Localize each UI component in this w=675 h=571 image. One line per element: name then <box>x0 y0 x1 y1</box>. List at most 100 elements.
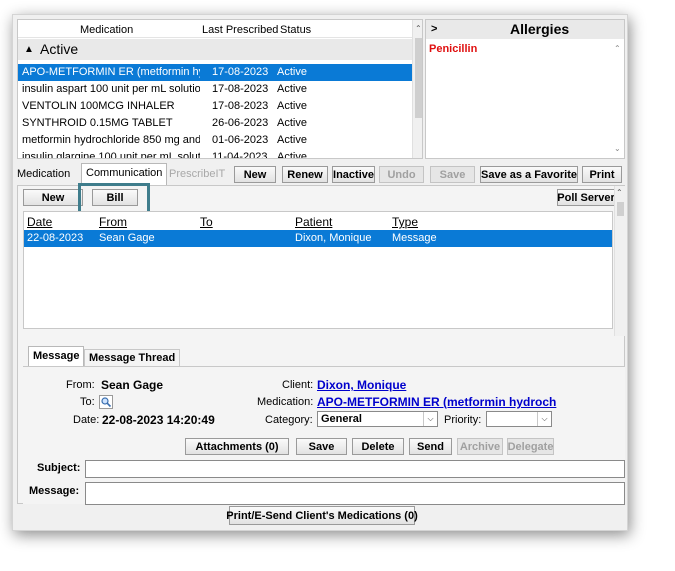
message-save-button[interactable]: Save <box>296 438 347 455</box>
cell-type: Message <box>392 232 437 244</box>
medication-row[interactable]: APO-METFORMIN ER (metformin hyd 17-08-202… <box>18 64 412 81</box>
message-list: Date From To Patient Type 22-08-2023 Sea… <box>23 211 613 329</box>
col-type[interactable]: Type <box>392 215 418 229</box>
col-status[interactable]: Status <box>280 24 311 36</box>
magnifier-icon <box>101 397 112 408</box>
bill-highlight-box <box>78 183 150 214</box>
scroll-up-icon[interactable]: ⌃ <box>614 44 621 53</box>
active-group-header[interactable]: ▲ Active <box>18 39 412 60</box>
cell-last-prescribed: 11-04-2023 <box>212 151 268 159</box>
cell-last-prescribed: 17-08-2023 <box>212 83 269 95</box>
priority-label: Priority: <box>444 414 482 426</box>
cell-medication: SYNTHROID 0.15MG TABLET <box>22 117 173 129</box>
renew-button[interactable]: Renew <box>282 166 328 183</box>
from-value: Sean Gage <box>101 378 164 392</box>
message-detail-panel: From: Sean Gage To: Date: 22-08-2023 14:… <box>23 366 625 505</box>
priority-select[interactable]: ⌵ <box>486 411 552 427</box>
medication-list-scrollbar[interactable]: ⌃ <box>412 20 422 158</box>
medication-row[interactable]: insulin glargine 100 unit per mL solut 11… <box>18 149 412 159</box>
allergy-item: Penicillin <box>429 43 478 55</box>
col-last-prescribed[interactable]: Last Prescribed <box>202 24 278 36</box>
new-medication-button[interactable]: New <box>234 166 276 183</box>
attachments-button[interactable]: Attachments (0) <box>185 438 289 455</box>
client-label: Client: <box>282 379 314 391</box>
allergies-panel: > Allergies Penicillin ⌃ ⌄ <box>425 19 625 159</box>
allergies-toggle[interactable]: > <box>431 23 437 35</box>
app-window: Medication Last Prescribed Status ▲ Acti… <box>12 14 628 531</box>
tab-message[interactable]: Message <box>28 346 85 366</box>
tab-medication[interactable]: Medication <box>15 166 72 184</box>
cell-last-prescribed: 17-08-2023 <box>212 66 269 78</box>
collapse-triangle-icon[interactable]: ▲ <box>24 39 34 60</box>
communication-panel: New Bill Poll Server ⌃ Date From To Pati… <box>17 183 625 505</box>
subject-label: Subject: <box>37 462 81 474</box>
medication-list-panel: Medication Last Prescribed Status ▲ Acti… <box>17 19 423 159</box>
cell-medication: insulin aspart 100 unit per mL solutio <box>22 83 200 95</box>
print-esend-medications-button[interactable]: Print/E-Send Client's Medications (0) <box>226 506 418 525</box>
cell-date: 22-08-2023 <box>27 232 84 244</box>
allergies-scrollbar[interactable]: ⌃ ⌄ <box>612 40 624 158</box>
cell-status: Active <box>277 66 307 78</box>
cell-status: Active <box>277 117 307 129</box>
table-row[interactable]: 22-08-2023 Sean Gage Dixon, Monique Mess… <box>24 230 612 247</box>
poll-server-button[interactable]: Poll Server <box>557 189 615 206</box>
panel-scrollbar[interactable]: ⌃ <box>614 186 625 336</box>
to-label: To: <box>80 396 95 408</box>
medication-row[interactable]: insulin aspart 100 unit per mL solutio 17… <box>18 81 412 98</box>
col-from[interactable]: From <box>99 215 127 229</box>
cell-medication: insulin glargine 100 unit per mL solut <box>22 151 200 159</box>
archive-button[interactable]: Archive <box>457 438 503 455</box>
scroll-up-icon[interactable]: ⌃ <box>415 24 422 33</box>
category-label: Category: <box>265 414 313 426</box>
scroll-thumb[interactable] <box>617 202 624 216</box>
save-as-favorite-button[interactable]: Save as a Favorite <box>480 166 578 183</box>
date-label: Date: <box>73 414 100 426</box>
message-label: Message: <box>29 485 80 497</box>
allergies-header: > Allergies <box>426 20 624 39</box>
inactive-button[interactable]: Inactive <box>332 166 375 183</box>
to-lookup-button[interactable] <box>99 395 113 409</box>
tab-communication[interactable]: Communication <box>81 163 168 185</box>
undo-button[interactable]: Undo <box>379 166 424 183</box>
new-message-button[interactable]: New <box>23 189 83 206</box>
medication-list-header: Medication Last Prescribed Status <box>18 20 412 38</box>
from-label: From: <box>66 379 95 391</box>
cell-last-prescribed: 01-06-2023 <box>212 134 269 146</box>
save-button[interactable]: Save <box>430 166 475 183</box>
col-patient[interactable]: Patient <box>295 215 332 229</box>
allergies-title: Allergies <box>510 21 570 37</box>
medication-row[interactable]: VENTOLIN 100MCG INHALER 17-08-2023 Active <box>18 98 412 115</box>
cell-patient: Dixon, Monique <box>295 232 372 244</box>
message-body-input[interactable] <box>85 482 625 505</box>
category-value: General <box>321 413 362 425</box>
col-date[interactable]: Date <box>27 215 52 229</box>
group-label: Active <box>40 41 79 57</box>
col-to[interactable]: To <box>200 215 213 229</box>
cell-last-prescribed: 26-06-2023 <box>212 117 269 129</box>
cell-status: Active <box>277 83 307 95</box>
cell-medication: APO-METFORMIN ER (metformin hyd <box>22 66 200 78</box>
cell-status: Active <box>277 151 307 159</box>
tab-message-thread[interactable]: Message Thread <box>84 349 181 366</box>
chevron-down-icon[interactable]: ⌵ <box>537 412 551 426</box>
chevron-down-icon[interactable]: ⌵ <box>423 412 437 426</box>
subject-input[interactable] <box>85 460 625 478</box>
category-select[interactable]: General ⌵ <box>317 411 438 427</box>
medication-row[interactable]: SYNTHROID 0.15MG TABLET 26-06-2023 Active <box>18 115 412 132</box>
col-medication[interactable]: Medication <box>80 24 133 36</box>
tab-prescribeit[interactable]: PrescribeIT <box>165 166 229 184</box>
delete-button[interactable]: Delete <box>352 438 404 455</box>
date-value: 22-08-2023 14:20:49 <box>102 413 215 427</box>
medication-link[interactable]: APO-METFORMIN ER (metformin hydroch <box>317 395 556 409</box>
client-link[interactable]: Dixon, Monique <box>317 378 406 392</box>
cell-last-prescribed: 17-08-2023 <box>212 100 269 112</box>
scroll-down-icon[interactable]: ⌄ <box>614 144 621 153</box>
medication-row[interactable]: metformin hydrochloride 850 mg and 01-06-… <box>18 132 412 149</box>
medication-label: Medication: <box>257 396 314 408</box>
scroll-thumb[interactable] <box>415 38 422 118</box>
cell-from: Sean Gage <box>99 232 155 244</box>
send-button[interactable]: Send <box>409 438 452 455</box>
print-button[interactable]: Print <box>582 166 622 183</box>
delegate-button[interactable]: Delegate <box>507 438 554 455</box>
scroll-up-icon[interactable]: ⌃ <box>616 188 623 197</box>
